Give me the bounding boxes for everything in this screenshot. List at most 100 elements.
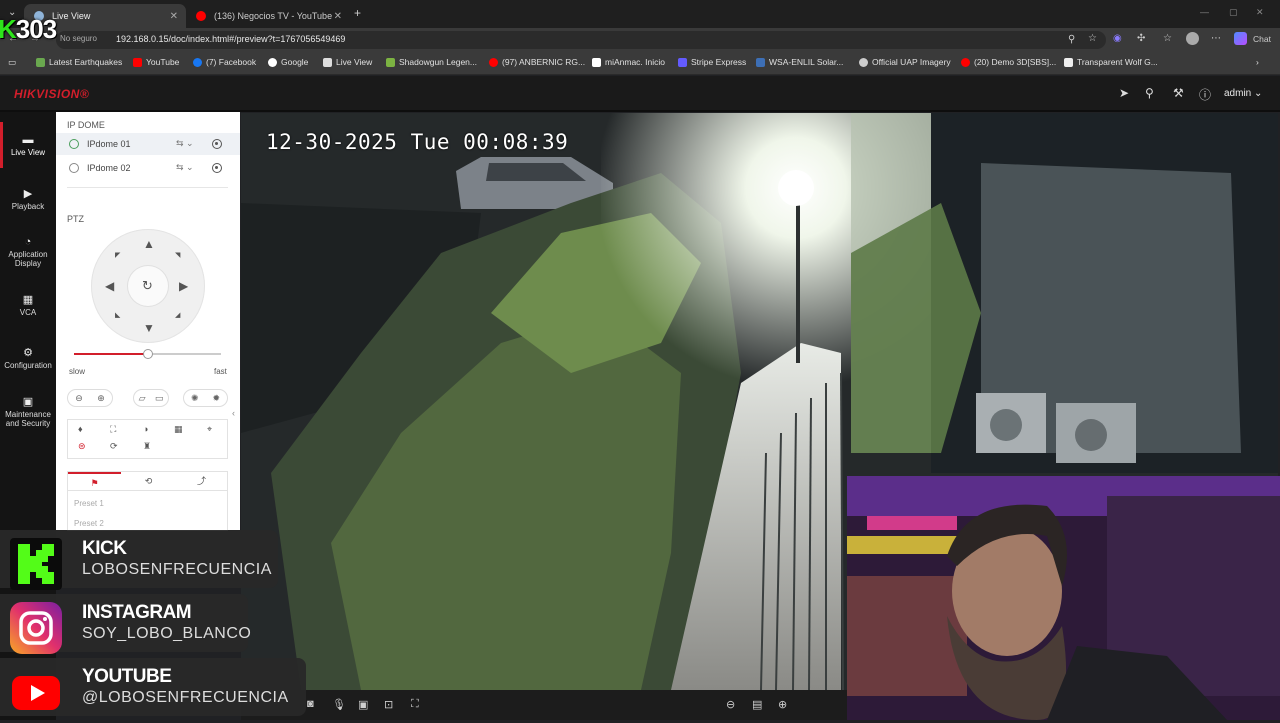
speed-fast-label: fast [214,367,227,376]
bookmark-item[interactable]: Transparent Wolf G... [1064,57,1158,67]
capture-icon[interactable]: ◙ [307,698,314,710]
url-field[interactable]: No seguro 192.168.0.15/doc/index.html#/p… [56,31,1106,49]
bookmark-item[interactable]: (20) Demo 3D[SBS]... [961,57,1056,67]
preset-item[interactable]: Preset 2 [74,519,104,528]
speed-slider[interactable] [74,349,221,359]
focus-near-icon[interactable]: ▱ [139,393,146,404]
gear-icon: ⚙ [23,347,33,359]
extension-icon[interactable]: ◉ [1113,33,1122,44]
nav-configuration[interactable]: ⚙ Configuration [0,347,56,371]
zoom-in-icon[interactable]: ⊕ [97,393,105,404]
nav-live-view[interactable]: ▬ Live View [0,135,56,158]
extensions-puzzle-icon[interactable]: ✣ [1137,33,1145,44]
info-icon[interactable]: ⓘ [1199,86,1211,103]
speed-slider-handle[interactable] [142,349,153,359]
stream-select-icon[interactable]: ⇆ ⌄ [176,138,194,149]
grid-icon[interactable]: ▦ [174,424,183,435]
park-icon[interactable]: ⟳ [110,441,118,452]
copilot-icon[interactable] [1234,32,1247,45]
ptz-right-icon[interactable]: ▶ [179,279,188,293]
focus-far-icon[interactable]: ▭ [155,393,164,404]
bookmark-favicon-icon [678,57,687,67]
preset-list: Preset 1 Preset 2 [67,491,228,531]
fullscreen-select-icon[interactable]: ⛶ [110,424,116,435]
bookmark-item[interactable]: Google [268,57,308,67]
nav-vca[interactable]: ▦ VCA [0,295,56,318]
more-bookmarks-icon[interactable]: › [1256,57,1259,67]
bookmark-item[interactable]: Live View [323,57,372,67]
stream-counter: K303 [0,14,57,45]
bookmark-item[interactable]: Shadowgun Legen... [386,57,477,67]
tab-pattern[interactable]: ⤴ [175,472,228,490]
ptz-up-icon[interactable]: ▲ [143,237,155,251]
translate-icon[interactable]: ⚲ [1068,34,1075,45]
camera-row[interactable]: IPdome 02 ⇆ ⌄ [56,157,240,179]
bookmark-item[interactable]: Latest Earthquakes [36,57,122,67]
previous-page-icon[interactable]: ⊖ [726,698,735,711]
ptz-auto-button[interactable]: ↻ [128,266,168,306]
zoom-out-icon[interactable]: ⊖ [75,393,83,404]
iris-close-icon[interactable]: ✺ [191,393,199,404]
close-tab-icon[interactable]: ✕ [334,11,342,22]
security-label[interactable]: No seguro [60,34,97,43]
ptz-left-icon[interactable]: ◀ [105,279,114,293]
ptz-up-right-icon[interactable]: ◥ [175,251,180,259]
ptz-down-icon[interactable]: ▼ [143,321,155,335]
ptz-up-left-icon[interactable]: ◤ [115,251,120,259]
search-icon[interactable]: ⚲ [1145,86,1154,100]
tab-presets[interactable]: ⚑ [68,472,121,490]
ptz-down-right-icon[interactable]: ◢ [175,311,180,319]
ptz-down-left-icon[interactable]: ◣ [115,311,120,319]
minimize-icon[interactable]: — [1200,7,1209,17]
heater-icon[interactable]: ♜ [143,441,151,452]
tab-patrol[interactable]: ⟲ [122,472,175,490]
ptz-tools: ♦ ⛶ ◑ ▦ ⌖ ⊜ ⟳ ♜ [67,419,228,459]
wiper-icon[interactable]: ◑ [143,424,148,434]
send-icon[interactable]: ➤ [1119,86,1129,100]
tools-icon[interactable]: ⚒ [1173,86,1184,100]
bookmark-star-icon[interactable]: ☆ [1088,33,1097,44]
collapse-panel-icon[interactable]: ‹ [232,408,235,418]
maximize-icon[interactable]: ▢ [1229,7,1238,18]
zoom-region-icon[interactable]: ⊡ [384,698,393,711]
3d-zoom-icon[interactable]: ⌖ [207,424,212,435]
next-page-icon[interactable]: ⊕ [778,698,787,711]
bookmark-item[interactable]: YouTube [133,57,179,67]
fit-screen-icon[interactable]: ⛶ [411,698,419,711]
chat-button[interactable]: Chat [1253,34,1271,44]
preset-item[interactable]: Preset 1 [74,499,104,508]
bookmark-item[interactable]: (7) Facebook [193,57,256,67]
favorites-icon[interactable]: ☆ [1163,33,1172,44]
social-handle: LOBOSENFRECUENCIA [82,561,272,578]
manual-track-icon[interactable]: ⊜ [78,441,86,452]
record-icon[interactable] [212,139,222,149]
stream-select-icon[interactable]: ⇆ ⌄ [176,162,194,173]
layout-icon[interactable]: ▤ [752,698,762,711]
record-clip-icon[interactable]: ▣ [358,698,368,711]
light-icon[interactable]: ♦ [78,424,83,434]
tab-title: Live View [52,11,91,21]
bookmark-item[interactable]: miAnmac. Inicio [592,57,665,67]
close-window-icon[interactable]: ✕ [1256,7,1264,18]
kick-k-logo: K [0,14,17,44]
iris-open-icon[interactable]: ✹ [212,393,220,404]
nav-application-display[interactable]: ◔ Application Display [0,237,56,269]
record-icon[interactable] [212,163,222,173]
close-tab-icon[interactable]: ✕ [170,11,178,22]
profile-avatar[interactable] [1186,32,1199,45]
tab-youtube[interactable]: (136) Negocios TV - YouTube ✕ [186,4,350,28]
user-menu[interactable]: admin ⌄ [1224,88,1262,99]
url-text[interactable]: 192.168.0.15/doc/index.html#/preview?t=1… [116,34,345,44]
nav-maintenance[interactable]: ▣ Maintenance and Security [0,397,56,429]
nav-label: Application Display [8,250,48,268]
menu-icon[interactable]: ⋯ [1211,33,1221,44]
bookmark-item[interactable]: Official UAP Imagery [859,57,951,67]
camera-row[interactable]: IPdome 01 ⇆ ⌄ [56,133,240,155]
bookmark-item[interactable]: WSA-ENLIL Solar... [756,57,843,67]
bookmark-item[interactable]: Stripe Express [678,57,746,67]
nav-playback[interactable]: ▶ Playback [0,189,56,212]
new-tab-button[interactable]: + [354,6,361,20]
bookmark-item[interactable]: (97) ANBERNIC RG... [489,57,585,67]
bookmarks-sidebar-icon[interactable]: ▭ [8,57,16,68]
audio-icon[interactable]: 🎙 [332,698,346,711]
